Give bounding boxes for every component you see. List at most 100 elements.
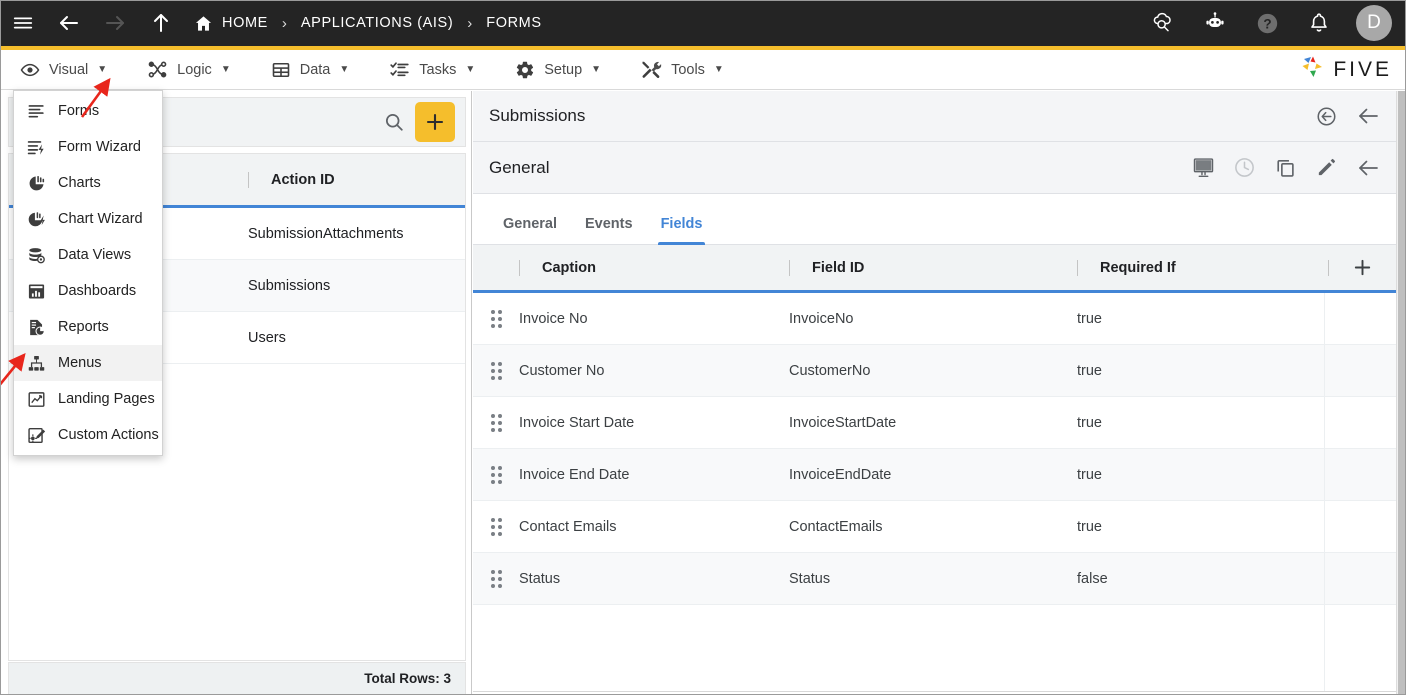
- dropdown-item-charts[interactable]: Charts: [14, 165, 162, 201]
- cell-required-if: false: [1077, 571, 1328, 587]
- table-row[interactable]: Status Status false: [473, 553, 1406, 605]
- dropdown-item-menus[interactable]: Menus: [14, 345, 162, 381]
- grid-col-label: Field ID: [812, 260, 864, 276]
- dropdown-item-label: Dashboards: [58, 283, 136, 299]
- reports-icon: [26, 317, 46, 337]
- drag-handle-icon[interactable]: [473, 570, 519, 588]
- table-row[interactable]: Invoice No InvoiceNo true: [473, 293, 1406, 345]
- detail-subheader-actions: [1192, 156, 1394, 180]
- table-grid-icon: [271, 60, 291, 80]
- preview-display-icon[interactable]: [1192, 156, 1215, 179]
- dropdown-item-label: Landing Pages: [58, 391, 155, 407]
- table-row[interactable]: Invoice End Date InvoiceEndDate true: [473, 449, 1406, 501]
- vertical-scrollbar[interactable]: [1396, 91, 1406, 695]
- grid-col-header-add[interactable]: [1328, 245, 1406, 290]
- help-icon[interactable]: ?: [1244, 0, 1290, 46]
- scrollbar-thumb[interactable]: [1398, 91, 1406, 695]
- grid-col-label: Caption: [542, 260, 596, 276]
- drag-handle-icon[interactable]: [473, 310, 519, 328]
- back-arrow-icon[interactable]: [46, 0, 92, 46]
- notification-bell-icon[interactable]: [1296, 0, 1342, 46]
- application-window: HOME › APPLICATIONS (AIS) › FORMS ?: [0, 0, 1406, 695]
- cell-caption: Customer No: [519, 363, 789, 379]
- grid-vertical-divider: [1324, 293, 1325, 695]
- column-divider: [248, 172, 249, 188]
- menu-tools[interactable]: Tools ▼: [621, 50, 744, 90]
- robot-assistant-icon[interactable]: [1192, 0, 1238, 46]
- edit-pencil-icon[interactable]: [1315, 156, 1338, 179]
- menu-tasks[interactable]: Tasks ▼: [369, 50, 495, 90]
- avatar[interactable]: D: [1356, 5, 1392, 41]
- duplicate-icon[interactable]: [1274, 156, 1297, 179]
- run-back-icon[interactable]: [1315, 105, 1338, 128]
- breadcrumb-label: HOME: [222, 15, 268, 31]
- breadcrumb-item-forms[interactable]: FORMS: [486, 0, 541, 46]
- dropdown-item-chart-wizard[interactable]: Chart Wizard: [14, 201, 162, 237]
- menu-data[interactable]: Data ▼: [251, 50, 370, 90]
- dropdown-item-label: Form Wizard: [58, 139, 141, 155]
- chevron-down-icon: ▼: [591, 64, 601, 75]
- search-icon[interactable]: [383, 111, 405, 133]
- dropdown-item-reports[interactable]: Reports: [14, 309, 162, 345]
- dropdown-item-label: Charts: [58, 175, 101, 191]
- dropdown-item-dashboards[interactable]: Dashboards: [14, 273, 162, 309]
- dropdown-item-custom-actions[interactable]: Custom Actions: [14, 417, 162, 453]
- cell-caption: Invoice No: [519, 311, 789, 327]
- cell-required-if: true: [1077, 415, 1328, 431]
- back-arrow-icon[interactable]: [1356, 104, 1380, 128]
- tab-fields[interactable]: Fields: [647, 216, 717, 244]
- up-arrow-icon[interactable]: [138, 0, 184, 46]
- five-logo-text: FIVE: [1333, 58, 1392, 82]
- dashboards-icon: [26, 281, 46, 301]
- custom-actions-icon: [26, 425, 46, 445]
- svg-text:?: ?: [1263, 16, 1271, 31]
- fields-grid: Caption Field ID Required If: [473, 245, 1406, 695]
- menu-logic[interactable]: Logic ▼: [127, 50, 251, 90]
- add-record-button[interactable]: [415, 102, 455, 142]
- column-divider: [519, 260, 520, 276]
- module-menu-bar: Visual ▼ Logic ▼ Data ▼ Tasks ▼: [0, 50, 1406, 90]
- cloud-search-icon[interactable]: [1140, 0, 1186, 46]
- menu-visual[interactable]: Visual ▼: [0, 50, 127, 90]
- gear-icon: [515, 60, 535, 80]
- chevron-down-icon: ▼: [97, 64, 107, 75]
- chevron-down-icon: ▼: [339, 64, 349, 75]
- dropdown-item-label: Menus: [58, 355, 102, 371]
- dropdown-item-forms[interactable]: Forms: [14, 93, 162, 129]
- cell-field-id: InvoiceStartDate: [789, 415, 1077, 431]
- drag-handle-icon[interactable]: [473, 518, 519, 536]
- forward-arrow-icon: [92, 0, 138, 46]
- hamburger-menu-icon[interactable]: [0, 0, 46, 46]
- table-row[interactable]: Customer No CustomerNo true: [473, 345, 1406, 397]
- cell-field-id: Status: [789, 571, 1077, 587]
- row-cell-action-id: Submissions: [247, 278, 465, 294]
- detail-tabs: General Events Fields: [473, 194, 1406, 245]
- chevron-down-icon: ▼: [714, 64, 724, 75]
- cell-caption: Status: [519, 571, 789, 587]
- grid-col-header-caption[interactable]: Caption: [519, 245, 789, 290]
- menu-setup[interactable]: Setup ▼: [495, 50, 621, 90]
- table-row[interactable]: Contact Emails ContactEmails true: [473, 501, 1406, 553]
- drag-handle-icon[interactable]: [473, 414, 519, 432]
- breadcrumb-item-home[interactable]: HOME: [184, 0, 268, 46]
- dropdown-item-data-views[interactable]: Data Views: [14, 237, 162, 273]
- cell-field-id: CustomerNo: [789, 363, 1077, 379]
- left-col-header-action-id[interactable]: Action ID: [247, 154, 465, 205]
- tab-events[interactable]: Events: [571, 216, 647, 244]
- drag-handle-icon[interactable]: [473, 466, 519, 484]
- dropdown-item-form-wizard[interactable]: Form Wizard: [14, 129, 162, 165]
- table-row[interactable]: Invoice Start Date InvoiceStartDate true: [473, 397, 1406, 449]
- forms-icon: [26, 101, 46, 121]
- tab-general[interactable]: General: [489, 216, 571, 244]
- back-arrow-icon[interactable]: [1356, 156, 1380, 180]
- grid-col-header-field-id[interactable]: Field ID: [789, 245, 1077, 290]
- menu-data-label: Data: [300, 62, 331, 78]
- drag-handle-icon[interactable]: [473, 362, 519, 380]
- fields-grid-header: Caption Field ID Required If: [473, 245, 1406, 293]
- dropdown-item-landing-pages[interactable]: Landing Pages: [14, 381, 162, 417]
- plus-icon[interactable]: [1351, 256, 1374, 279]
- grid-col-label: Required If: [1100, 260, 1176, 276]
- breadcrumb-item-applications[interactable]: APPLICATIONS (AIS): [301, 0, 453, 46]
- total-rows-label: Total Rows: 3: [8, 662, 466, 695]
- grid-col-header-required-if[interactable]: Required If: [1077, 245, 1328, 290]
